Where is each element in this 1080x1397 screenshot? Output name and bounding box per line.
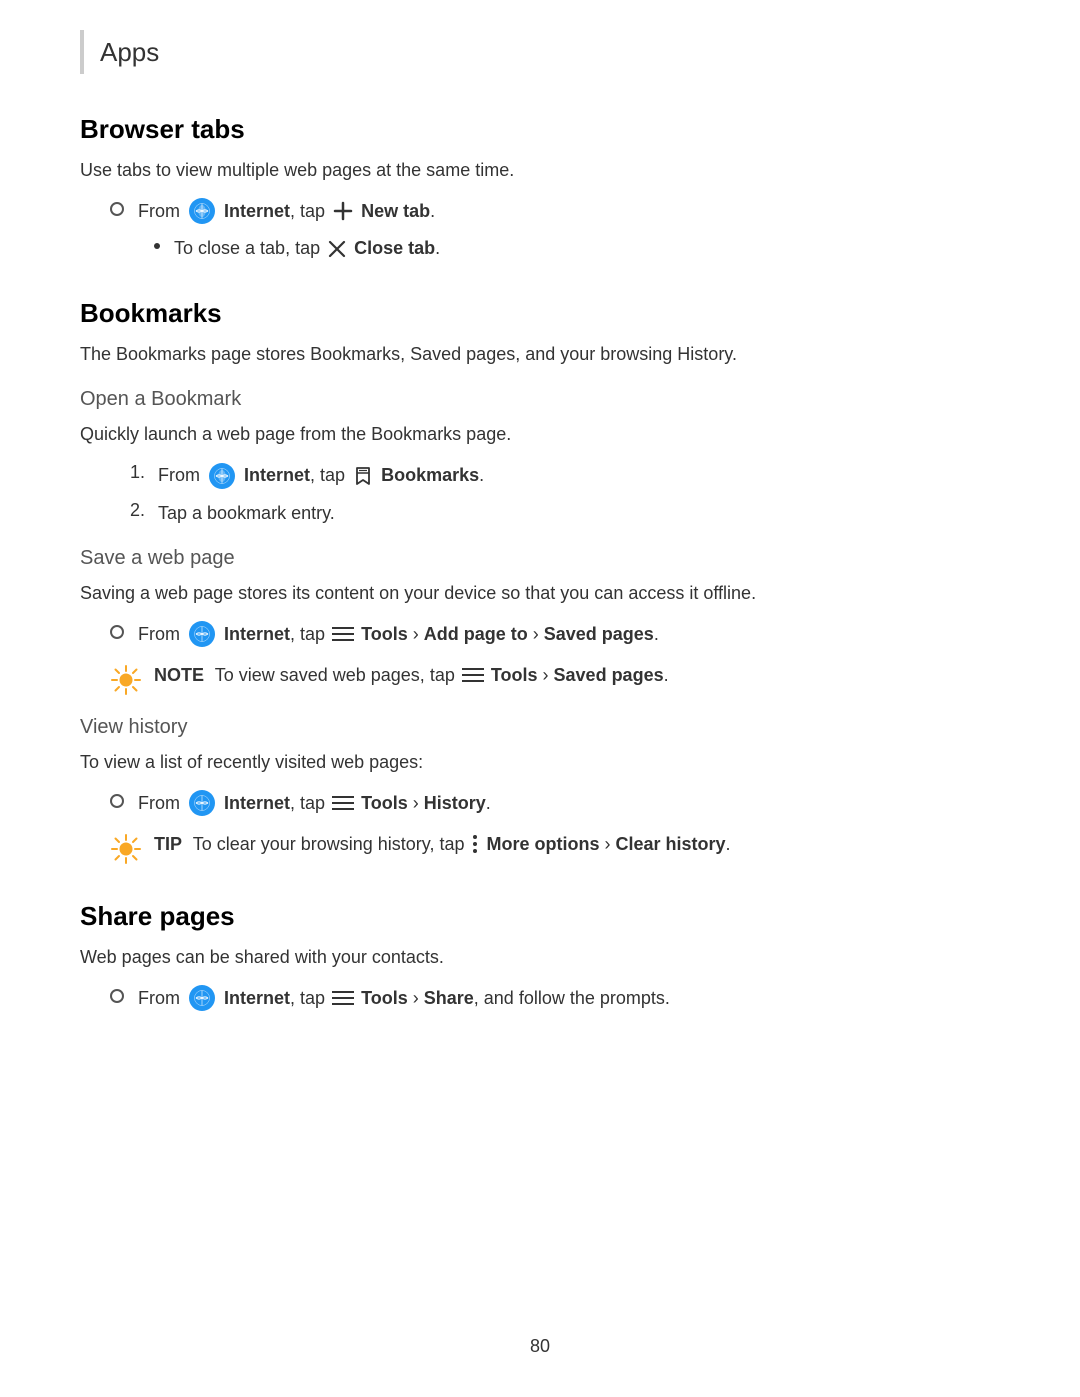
page-header: Apps	[80, 30, 1000, 74]
header-bar	[80, 30, 84, 74]
view-history-body: To view a list of recently visited web p…	[80, 749, 1000, 776]
note-item: NOTE To view saved web pages, tap Tools …	[80, 662, 1000, 696]
bold-internet: Internet	[224, 201, 290, 221]
bold-add-page-to: Add page to	[424, 624, 528, 644]
bold-more-options: More options	[487, 834, 600, 854]
menu-icon	[332, 625, 354, 643]
bold-tools: Tools	[491, 665, 538, 685]
list-item: 2. Tap a bookmark entry.	[80, 500, 1000, 527]
section-browser-tabs: Browser tabs Use tabs to view multiple w…	[80, 114, 1000, 262]
bold-bookmarks: Bookmarks	[381, 465, 479, 485]
bold-clear-history: Clear history	[616, 834, 726, 854]
bookmarks-body: The Bookmarks page stores Bookmarks, Sav…	[80, 341, 1000, 368]
menu-icon	[462, 666, 484, 684]
tip-label: TIP	[154, 834, 182, 854]
save-web-page-body: Saving a web page stores its content on …	[80, 580, 1000, 607]
bold-history: History	[424, 793, 486, 813]
instruction-text: Tap a bookmark entry.	[158, 500, 335, 527]
bold-internet: Internet	[244, 465, 310, 485]
x-icon	[327, 239, 347, 259]
bold-internet: Internet	[224, 988, 290, 1008]
bullet-circle-icon	[110, 794, 124, 808]
bullet-circle-icon	[110, 989, 124, 1003]
bold-tools: Tools	[361, 988, 408, 1008]
instruction-text: To close a tab, tap Close tab.	[174, 235, 440, 262]
instruction-text: TIP To clear your browsing history, tap …	[154, 831, 731, 858]
menu-icon	[332, 794, 354, 812]
list-item: From Internet, tap	[80, 621, 1000, 648]
bold-close-tab: Close tab	[354, 238, 435, 258]
bullet-circle-icon	[110, 625, 124, 639]
page-title: Apps	[100, 37, 159, 68]
internet-icon	[209, 463, 235, 489]
instruction-text: From Internet, tap	[158, 462, 484, 489]
instruction-text: From Internet, tap	[138, 790, 491, 817]
share-pages-body: Web pages can be shared with your contac…	[80, 944, 1000, 971]
section-bookmarks: Bookmarks The Bookmarks page stores Book…	[80, 298, 1000, 865]
sun-icon	[110, 833, 142, 865]
bold-new-tab: New tab	[361, 201, 430, 221]
view-history-title: View history	[80, 716, 1000, 739]
internet-icon	[189, 985, 215, 1011]
list-item: From Internet, tap Tools ›	[80, 985, 1000, 1012]
bullet-dot-icon	[154, 243, 160, 249]
bold-saved-pages: Saved pages	[544, 624, 654, 644]
share-pages-title: Share pages	[80, 901, 1000, 932]
bullet-circle-icon	[110, 202, 124, 216]
list-item: 1. From Internet, tap	[80, 462, 1000, 489]
instruction-text: From Internet, tap	[138, 198, 435, 225]
page-number: 80	[530, 1336, 550, 1356]
subsection-open-bookmark: Open a Bookmark Quickly launch a web pag…	[80, 388, 1000, 526]
page-footer: 80	[0, 1336, 1080, 1357]
bold-internet: Internet	[224, 624, 290, 644]
menu-icon	[332, 989, 354, 1007]
page-container: Apps Browser tabs Use tabs to view multi…	[0, 0, 1080, 1108]
internet-icon	[189, 198, 215, 224]
plus-icon	[332, 200, 354, 222]
subsection-save-web-page: Save a web page Saving a web page stores…	[80, 547, 1000, 696]
browser-tabs-body: Use tabs to view multiple web pages at t…	[80, 157, 1000, 184]
tip-item: TIP To clear your browsing history, tap …	[80, 831, 1000, 865]
bold-tools: Tools	[361, 624, 408, 644]
number-label: 1.	[130, 462, 150, 483]
bookmarks-title: Bookmarks	[80, 298, 1000, 329]
instruction-text: NOTE To view saved web pages, tap Tools …	[154, 662, 669, 689]
list-item: To close a tab, tap Close tab.	[80, 235, 1000, 262]
subsection-view-history: View history To view a list of recently …	[80, 716, 1000, 865]
dots-icon	[471, 833, 479, 855]
internet-icon	[189, 621, 215, 647]
open-bookmark-body: Quickly launch a web page from the Bookm…	[80, 421, 1000, 448]
bookmark-icon	[352, 465, 374, 487]
browser-tabs-title: Browser tabs	[80, 114, 1000, 145]
bold-saved-pages-2: Saved pages	[554, 665, 664, 685]
instruction-text: From Internet, tap Tools ›	[138, 985, 670, 1012]
internet-icon	[189, 790, 215, 816]
bold-share: Share	[424, 988, 474, 1008]
section-share-pages: Share pages Web pages can be shared with…	[80, 901, 1000, 1012]
bold-tools: Tools	[361, 793, 408, 813]
list-item: From Internet, tap	[80, 790, 1000, 817]
sun-icon	[110, 664, 142, 696]
list-item: From Internet, tap	[80, 198, 1000, 225]
bold-internet: Internet	[224, 793, 290, 813]
save-web-page-title: Save a web page	[80, 547, 1000, 570]
open-bookmark-title: Open a Bookmark	[80, 388, 1000, 411]
number-label: 2.	[130, 500, 150, 521]
instruction-text: From Internet, tap	[138, 621, 659, 648]
note-label: NOTE	[154, 665, 204, 685]
